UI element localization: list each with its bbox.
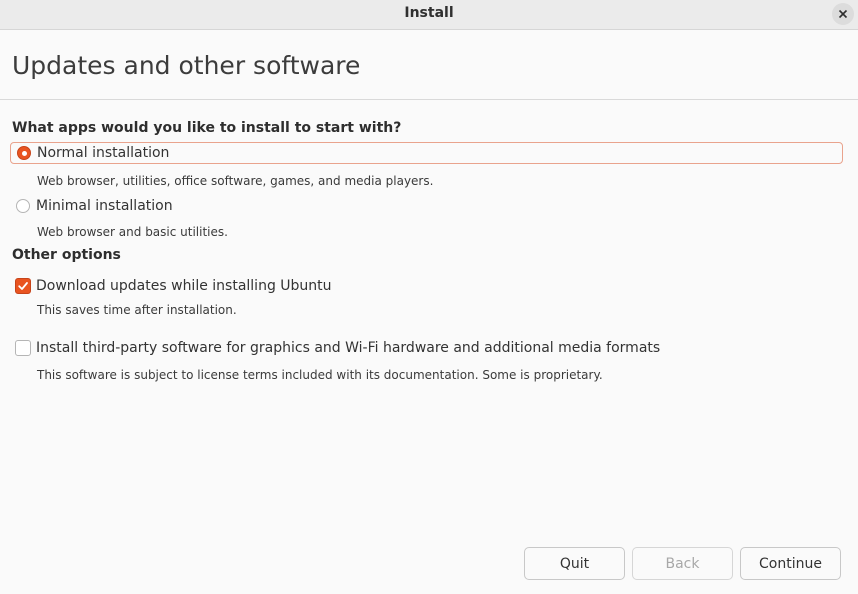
normal-installation-radio[interactable]: Normal installation xyxy=(10,142,843,164)
minimal-installation-radio[interactable]: Minimal installation xyxy=(10,195,173,217)
third-party-software-description: This software is subject to license term… xyxy=(37,368,603,382)
checkmark-icon xyxy=(15,278,31,294)
window-title: Install xyxy=(404,5,454,21)
window-titlebar: Install xyxy=(0,0,858,30)
apps-section-heading: What apps would you like to install to s… xyxy=(12,120,402,136)
page-header: Updates and other software xyxy=(0,30,858,100)
minimal-installation-description: Web browser and basic utilities. xyxy=(37,225,228,239)
radio-selected-icon xyxy=(17,146,31,160)
other-options-heading: Other options xyxy=(12,247,121,263)
unchecked-box-icon xyxy=(15,340,31,356)
close-button[interactable] xyxy=(832,3,854,25)
download-updates-description: This saves time after installation. xyxy=(37,303,237,317)
back-button[interactable]: Back xyxy=(632,547,733,580)
third-party-software-checkbox[interactable]: Install third-party software for graphic… xyxy=(10,337,660,359)
download-updates-checkbox[interactable]: Download updates while installing Ubuntu xyxy=(10,275,332,297)
download-updates-label: Download updates while installing Ubuntu xyxy=(36,278,332,294)
quit-button[interactable]: Quit xyxy=(524,547,625,580)
normal-installation-description: Web browser, utilities, office software,… xyxy=(37,174,434,188)
minimal-installation-label: Minimal installation xyxy=(36,198,173,214)
page-title: Updates and other software xyxy=(12,51,361,80)
third-party-software-label: Install third-party software for graphic… xyxy=(36,340,661,356)
radio-unselected-icon xyxy=(16,199,30,213)
continue-button[interactable]: Continue xyxy=(740,547,841,580)
close-icon xyxy=(838,9,848,19)
normal-installation-label: Normal installation xyxy=(37,145,170,161)
